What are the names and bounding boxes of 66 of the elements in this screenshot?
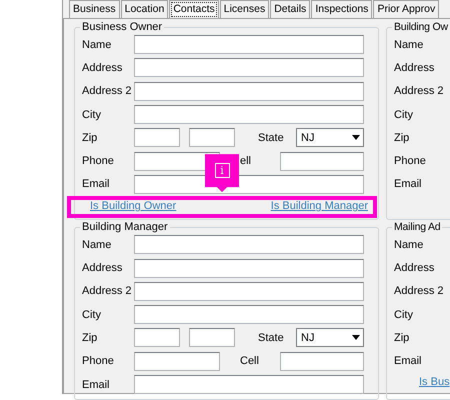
input-field[interactable] bbox=[134, 35, 364, 54]
input-field[interactable] bbox=[134, 305, 364, 324]
field-label: Phone bbox=[394, 155, 427, 168]
link[interactable]: Is Building Manager bbox=[270, 200, 368, 212]
field-label: Zip bbox=[82, 132, 98, 144]
input-field[interactable] bbox=[134, 375, 364, 394]
field-label: Zip bbox=[82, 332, 98, 344]
zip-field[interactable] bbox=[134, 328, 180, 348]
field-label: Name bbox=[82, 238, 112, 251]
zip-extension-field[interactable] bbox=[189, 328, 235, 348]
field-label: Address bbox=[82, 262, 124, 274]
field-label: Address 2 bbox=[394, 85, 445, 98]
field-label: City bbox=[394, 308, 414, 321]
field-label: Zip bbox=[394, 132, 410, 144]
input-field[interactable] bbox=[134, 235, 364, 254]
state-dropdown[interactable]: NJ bbox=[296, 328, 364, 348]
link[interactable]: Is Building Owner bbox=[90, 200, 176, 212]
field-label: City bbox=[394, 108, 414, 121]
cell-field[interactable] bbox=[280, 352, 364, 371]
field-label: Zip bbox=[394, 332, 410, 344]
tab[interactable]: Prior Approv bbox=[373, 0, 440, 18]
zip-extension-field[interactable] bbox=[189, 128, 235, 148]
field-label: Email bbox=[82, 178, 111, 190]
input-field[interactable] bbox=[134, 82, 364, 101]
cell-field[interactable] bbox=[280, 152, 364, 171]
group-title: Building Manager bbox=[82, 221, 168, 234]
group-title: Building Ow bbox=[394, 21, 448, 33]
field-label: Address bbox=[82, 62, 124, 74]
field-label: Address bbox=[394, 262, 436, 274]
field-label: State bbox=[258, 332, 285, 344]
input-field[interactable] bbox=[134, 258, 364, 278]
field-label: Phone bbox=[82, 155, 115, 168]
field-label: Email bbox=[394, 178, 423, 190]
caret-icon bbox=[352, 335, 360, 340]
state-dropdown[interactable]: NJ bbox=[296, 128, 364, 148]
field-label: Address bbox=[394, 62, 436, 74]
field-label: ell bbox=[240, 155, 252, 168]
tab[interactable]: Location bbox=[120, 0, 168, 18]
tab[interactable]: Licenses bbox=[220, 0, 270, 18]
group-title: Business Owner bbox=[82, 21, 162, 33]
field-label: Name bbox=[82, 38, 112, 51]
tab[interactable]: Contacts bbox=[169, 0, 219, 19]
input-field[interactable] bbox=[134, 282, 364, 301]
field-label: Cell bbox=[240, 355, 260, 368]
field-label: Address 2 bbox=[82, 85, 133, 98]
link[interactable]: Is Bus bbox=[419, 376, 450, 388]
tab[interactable]: Business bbox=[69, 0, 120, 18]
caret-icon bbox=[352, 135, 360, 140]
tab[interactable]: Details bbox=[270, 0, 310, 18]
field-label: Address 2 bbox=[394, 285, 445, 298]
field-label: Email bbox=[82, 378, 111, 390]
phone-field[interactable] bbox=[134, 352, 220, 371]
field-label: Phone bbox=[82, 355, 115, 368]
input-field[interactable] bbox=[134, 58, 364, 78]
field-label: Name bbox=[394, 238, 424, 251]
field-label: State bbox=[258, 132, 285, 144]
field-label: Email bbox=[394, 355, 423, 368]
field-label: City bbox=[82, 308, 102, 321]
field-label: Address 2 bbox=[82, 285, 133, 298]
group-title: Mailing Ad bbox=[394, 221, 440, 234]
input-field[interactable] bbox=[134, 105, 364, 124]
zip-field[interactable] bbox=[134, 128, 180, 148]
tab[interactable]: Inspections bbox=[311, 0, 372, 18]
info-icon: i bbox=[214, 163, 230, 178]
field-label: City bbox=[82, 108, 102, 121]
field-label: Name bbox=[394, 38, 424, 51]
